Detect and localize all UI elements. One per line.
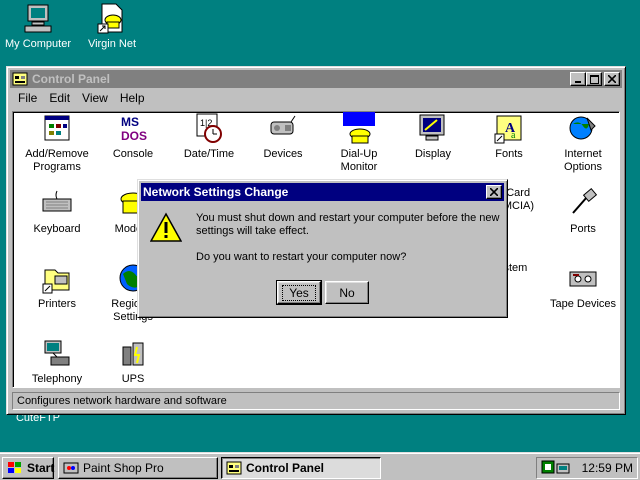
close-icon [608, 75, 616, 83]
menu-file[interactable]: File [12, 91, 43, 105]
cp-item-label: Keyboard [33, 223, 81, 235]
clock[interactable]: 12:59 PM [582, 461, 633, 475]
task-label: Paint Shop Pro [83, 461, 164, 475]
start-label: Start [27, 461, 55, 475]
cp-item-label: Telephony [31, 373, 83, 385]
control-panel-icon [226, 460, 242, 476]
dialog-message-line2: Do you want to restart your computer now… [196, 251, 407, 263]
cp-item-keyboard[interactable]: Keyboard [19, 187, 95, 236]
printers-icon [41, 262, 73, 294]
cp-item-label: Date/Time [183, 148, 235, 160]
cp-item-console[interactable]: MS DOS Console [95, 112, 171, 161]
dialog-message: You must shut down and restart your comp… [196, 212, 506, 264]
cp-item-ups[interactable]: UPS [95, 337, 171, 386]
display-icon [417, 112, 449, 144]
maximize-button[interactable] [586, 72, 602, 86]
internet-options-icon [567, 112, 599, 144]
cp-item-devices[interactable]: Devices [245, 112, 321, 161]
dial-up-monitor-icon [343, 112, 375, 144]
cp-item-dial-up-monitor[interactable]: Dial-Up Monitor [321, 112, 397, 174]
desktop-icon-my-computer[interactable]: My Computer [0, 2, 76, 50]
svg-text:a: a [511, 130, 516, 141]
control-panel-icon [12, 72, 28, 86]
yes-button[interactable]: Yes [276, 280, 322, 305]
cp-item-label: Console [112, 148, 154, 160]
menu-view[interactable]: View [76, 91, 114, 105]
no-button[interactable]: No [325, 281, 369, 304]
cp-item-internet-options[interactable]: Internet Options [545, 112, 619, 174]
network-tray-icon[interactable] [541, 460, 575, 476]
devices-icon [267, 112, 299, 144]
no-button-label: No [339, 285, 355, 300]
cp-item-label: Tape Devices [549, 298, 617, 310]
window-title: Control Panel [32, 72, 111, 86]
telephony-icon [41, 337, 73, 369]
dialog-title: Network Settings Change [143, 185, 289, 199]
cp-item-label: Add/Remove Programs [25, 148, 89, 173]
cp-item-label: Devices [263, 148, 303, 160]
cp-item-display[interactable]: Display [395, 112, 471, 161]
desktop-icon-label: My Computer [4, 38, 72, 50]
cp-item-printers[interactable]: Printers [19, 262, 95, 311]
task-paint-shop-pro[interactable]: Paint Shop Pro [58, 457, 218, 479]
menu-edit[interactable]: Edit [43, 91, 76, 105]
minimize-button[interactable] [570, 72, 586, 86]
cp-item-label: Display [414, 148, 452, 160]
virgin-net-icon [96, 2, 128, 34]
minimize-icon [575, 81, 581, 83]
menu-bar: File Edit View Help [10, 88, 622, 107]
dialog-close-button[interactable] [486, 185, 502, 199]
cp-item-add-remove-programs[interactable]: Add/Remove Programs [19, 112, 95, 174]
ups-icon [117, 337, 149, 369]
cp-item-label: Ports [570, 223, 596, 235]
cp-item-label: UPS [121, 373, 145, 385]
dialog-message-line1: You must shut down and restart your comp… [196, 212, 500, 237]
yes-button-label: Yes [282, 284, 316, 301]
console-icon: MS DOS [117, 112, 149, 144]
control-panel-titlebar[interactable]: Control Panel [10, 70, 622, 88]
fonts-icon: Aa [493, 112, 525, 144]
start-button[interactable]: Start [2, 457, 54, 479]
task-label: Control Panel [246, 461, 325, 475]
system-tray: 12:59 PM [536, 457, 638, 479]
cp-item-date-time[interactable]: 1|2 Date/Time [171, 112, 247, 161]
svg-text:DOS: DOS [121, 129, 147, 143]
cp-item-tape-devices[interactable]: Tape Devices [545, 262, 619, 311]
date-time-icon: 1|2 [193, 112, 225, 144]
paint-shop-pro-icon [63, 460, 79, 476]
cp-item-label: Internet Options [564, 148, 602, 173]
tape-devices-icon [567, 262, 599, 294]
close-button[interactable] [604, 72, 620, 86]
cp-item-label: Printers [38, 298, 76, 310]
menu-help[interactable]: Help [114, 91, 151, 105]
dialog-titlebar[interactable]: Network Settings Change [141, 183, 504, 201]
task-control-panel[interactable]: Control Panel [221, 457, 381, 479]
ports-icon [567, 187, 599, 219]
cp-item-label: Fonts [495, 148, 523, 160]
network-settings-dialog: Network Settings Change You must shut do… [137, 179, 508, 318]
maximize-icon [589, 74, 599, 84]
my-computer-icon [22, 2, 54, 34]
close-icon [490, 188, 498, 196]
keyboard-icon [41, 187, 73, 219]
add-remove-programs-icon [41, 112, 73, 144]
taskbar: Start Paint Shop Pro Control Panel 12:59… [0, 452, 640, 480]
status-bar: Configures network hardware and software [12, 392, 620, 410]
warning-icon [149, 212, 183, 244]
cp-item-telephony[interactable]: Telephony [19, 337, 95, 386]
desktop-icon-virgin-net[interactable]: Virgin Net [74, 2, 150, 50]
cp-item-label: Dial-Up Monitor [340, 148, 378, 173]
svg-text:MS: MS [121, 115, 139, 129]
cp-item-fonts[interactable]: Aa Fonts [471, 112, 547, 161]
windows-logo-icon [7, 460, 23, 476]
desktop-icon-label: Virgin Net [87, 38, 137, 50]
cp-item-ports[interactable]: Ports [545, 187, 619, 236]
